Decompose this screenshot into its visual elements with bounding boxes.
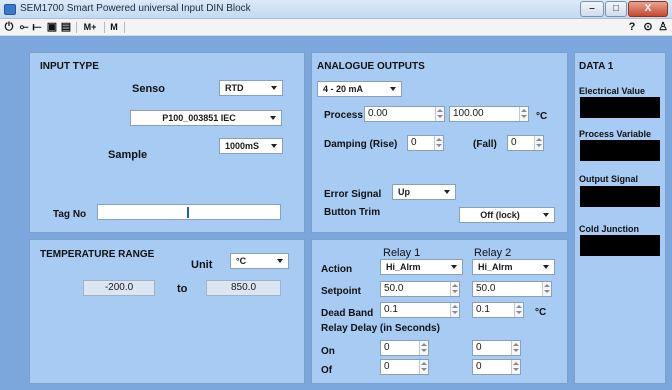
data-panel-header: DATA 1 [579,61,614,72]
delay-on-label: On [321,346,335,357]
damping-rise-label: Damping (Rise) [324,139,398,150]
spinner-icon[interactable] [435,107,444,121]
temperature-range-header: TEMPERATURE RANGE [40,249,155,260]
spinner-icon[interactable] [514,303,523,317]
output-signal-display [580,186,660,207]
dead-band-unit-label: °C [535,307,547,318]
minimize-button[interactable]: – [580,1,604,17]
process-low-input[interactable]: 0.00 [364,106,445,122]
spinner-icon[interactable] [542,282,551,296]
setpoint-label: Setpoint [321,286,361,297]
spinner-icon[interactable] [450,303,459,317]
spinner-icon[interactable] [434,136,443,150]
spinner-icon[interactable] [534,136,543,150]
title-bar: SEM1700 Smart Powered universal Input DI… [0,0,672,19]
cold-junction-label: Cold Junction [579,224,639,234]
memory-button[interactable]: M [108,20,120,35]
relay-2-header: Relay 2 [474,247,512,259]
range-high-field[interactable]: 850.0 [206,280,281,296]
output-signal-label: Output Signal [579,174,638,184]
damping-rise-input[interactable]: 0 [407,135,444,151]
button-trim-label: Button Trim [324,207,381,218]
toolbar-separator [104,22,105,33]
tag-no-label: Tag No [53,209,87,220]
probe-select[interactable]: P100_003851 IEC [130,110,282,126]
connect-icon[interactable]: ⟜ [18,20,30,35]
dead-band-label: Dead Band [321,308,374,319]
output-range-select[interactable]: 4 - 20 mA [317,81,402,97]
delay-off-label: Of [321,365,333,376]
spinner-icon[interactable] [419,360,428,374]
spinner-icon[interactable] [511,360,520,374]
process-variable-display [580,140,660,161]
chevron-down-icon [543,265,549,269]
chevron-down-icon [444,190,450,194]
spinner-icon[interactable] [511,341,520,355]
senso-select[interactable]: RTD [219,80,283,96]
to-label: to [177,283,188,295]
tag-no-input[interactable] [97,204,281,220]
sample-label: Sample [108,149,148,161]
process-high-input[interactable]: 100.00 [449,106,529,122]
error-signal-label: Error Signal [324,189,382,200]
app-icon [4,4,16,15]
disconnect-icon[interactable]: ⟝ [31,20,43,35]
analogue-outputs-header: ANALOGUE OUTPUTS [317,61,425,72]
relay-2-delay-off-input[interactable]: 0 [472,359,521,375]
process-variable-label: Process Variable [579,129,652,139]
spinner-icon[interactable] [519,107,528,121]
chevron-down-icon [277,259,283,263]
chevron-down-icon [271,144,277,148]
chevron-down-icon [270,116,276,120]
process-label: Process [324,110,363,121]
target-icon[interactable]: ⊙ [642,20,654,35]
relay-2-delay-on-input[interactable]: 0 [472,340,521,356]
unit-label: Unit [191,259,213,271]
close-button[interactable]: X [628,1,668,17]
action-label: Action [321,264,353,275]
relay-1-setpoint-input[interactable]: 50.0 [380,281,460,297]
sample-select[interactable]: 1000mS [219,138,283,154]
relay-1-header: Relay 1 [383,247,421,259]
relay-1-delay-on-input[interactable]: 0 [380,340,429,356]
input-type-header: INPUT TYPE [40,61,99,72]
unit-select[interactable]: °C [230,253,289,269]
cold-junction-display [580,235,660,256]
electrical-value-display [580,97,660,118]
button-trim-select[interactable]: Off (lock) [459,207,555,223]
user-icon[interactable]: ♙ [657,20,669,35]
damping-fall-input[interactable]: 0 [507,135,544,151]
range-low-field[interactable]: -200.0 [83,280,155,296]
senso-label: Senso [132,83,166,95]
chevron-down-icon [390,87,396,91]
power-icon[interactable]: ⏻ [3,20,15,35]
spinner-icon[interactable] [419,341,428,355]
relay-delay-label: Relay Delay (in Seconds) [321,323,440,334]
relay-2-setpoint-input[interactable]: 50.0 [472,281,552,297]
help-icon[interactable]: ? [626,20,638,35]
toolbar-separator [124,22,125,33]
save-icon[interactable]: ▣ [46,20,58,35]
memory-add-button[interactable]: M+ [80,20,100,35]
spinner-icon[interactable] [450,282,459,296]
process-unit-label: °C [536,111,548,122]
relay-2-action-select[interactable]: Hi_Alrm [472,259,555,275]
error-signal-select[interactable]: Up [392,184,456,200]
maximize-button[interactable]: □ [605,1,627,17]
chevron-down-icon [543,213,549,217]
damping-fall-label: (Fall) [473,139,497,150]
relay-2-dead-band-input[interactable]: 0.1 [472,302,524,318]
toolbar-separator [76,22,77,33]
open-folder-icon[interactable]: ▤ [60,20,72,35]
chevron-down-icon [271,86,277,90]
relay-1-action-select[interactable]: Hi_Alrm [380,259,463,275]
relay-1-dead-band-input[interactable]: 0.1 [380,302,460,318]
toolbar: ⏻ ⟜ ⟝ ▣ ▤ M+ M ? ⊙ ♙ [0,19,672,36]
text-caret [187,207,189,218]
relay-1-delay-off-input[interactable]: 0 [380,359,429,375]
window-title: SEM1700 Smart Powered universal Input DI… [20,3,251,14]
electrical-value-label: Electrical Value [579,86,646,96]
chevron-down-icon [451,265,457,269]
